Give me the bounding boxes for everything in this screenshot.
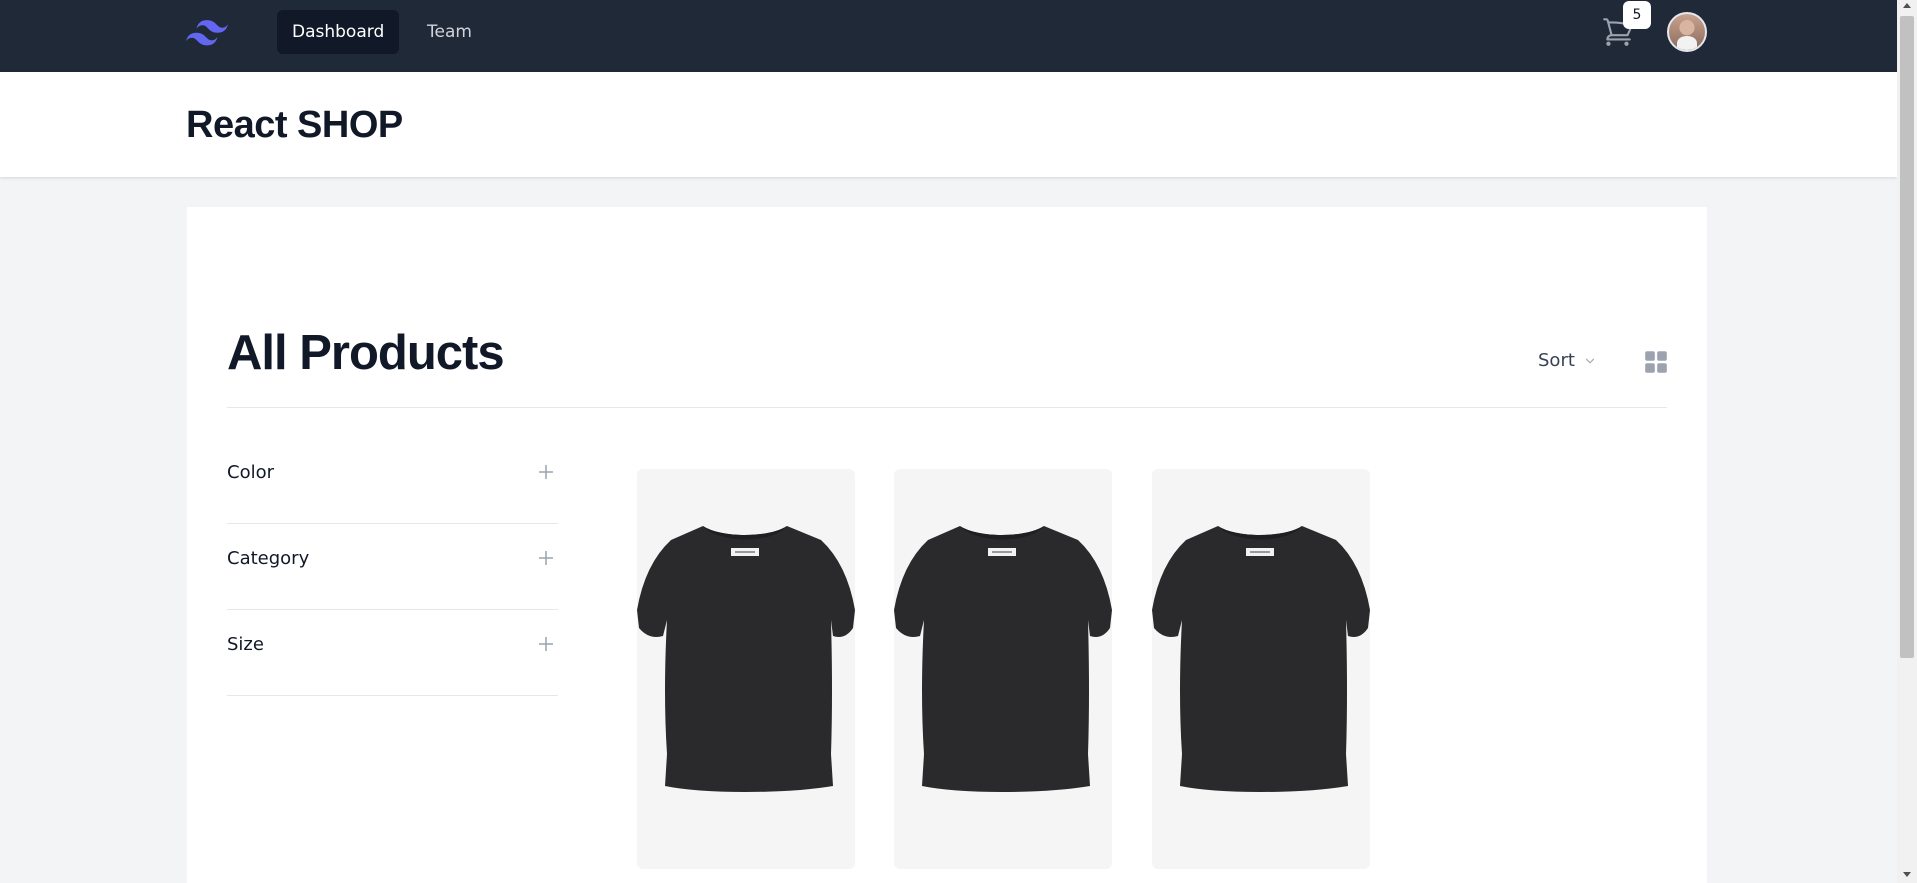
sort-label: Sort [1538,350,1575,371]
user-avatar[interactable] [1667,12,1707,52]
plus-icon[interactable] [538,464,554,480]
filter-color[interactable]: Color [227,438,558,524]
product-card[interactable] [894,469,1112,869]
black-tshirt-image [1152,526,1370,792]
product-card[interactable] [1152,469,1370,869]
filter-label: Size [227,634,264,655]
filter-label: Category [227,548,310,569]
scroll-down-arrow-icon[interactable] [1903,872,1911,877]
filter-size[interactable]: Size [227,610,558,696]
plus-icon[interactable] [538,636,554,652]
nav-link-team[interactable]: Team [412,10,487,54]
nav-link-dashboard[interactable]: Dashboard [277,10,400,54]
page-heading: All Products [227,326,505,380]
black-tshirt-image [894,526,1112,792]
top-navbar: Dashboard Team 5 [0,0,1897,72]
sort-menu-button[interactable]: Sort [1538,350,1597,371]
products-panel: All Products Sort Color Category Size [187,207,1707,883]
page-header: React SHOP [0,72,1897,177]
vertical-scrollbar[interactable] [1897,0,1917,883]
black-tshirt-image [637,526,855,792]
filter-label: Color [227,462,274,483]
grid-view-icon[interactable] [1644,350,1668,374]
filter-category[interactable]: Category [227,524,558,610]
tailwind-logo-icon[interactable] [186,17,228,49]
site-title: React SHOP [186,104,403,146]
cart-count-badge: 5 [1623,1,1651,29]
plus-icon[interactable] [538,550,554,566]
scroll-up-arrow-icon[interactable] [1903,3,1911,8]
chevron-down-icon [1585,358,1594,363]
heading-divider [227,407,1667,408]
product-card[interactable] [637,469,855,869]
scrollbar-thumb[interactable] [1900,16,1914,658]
